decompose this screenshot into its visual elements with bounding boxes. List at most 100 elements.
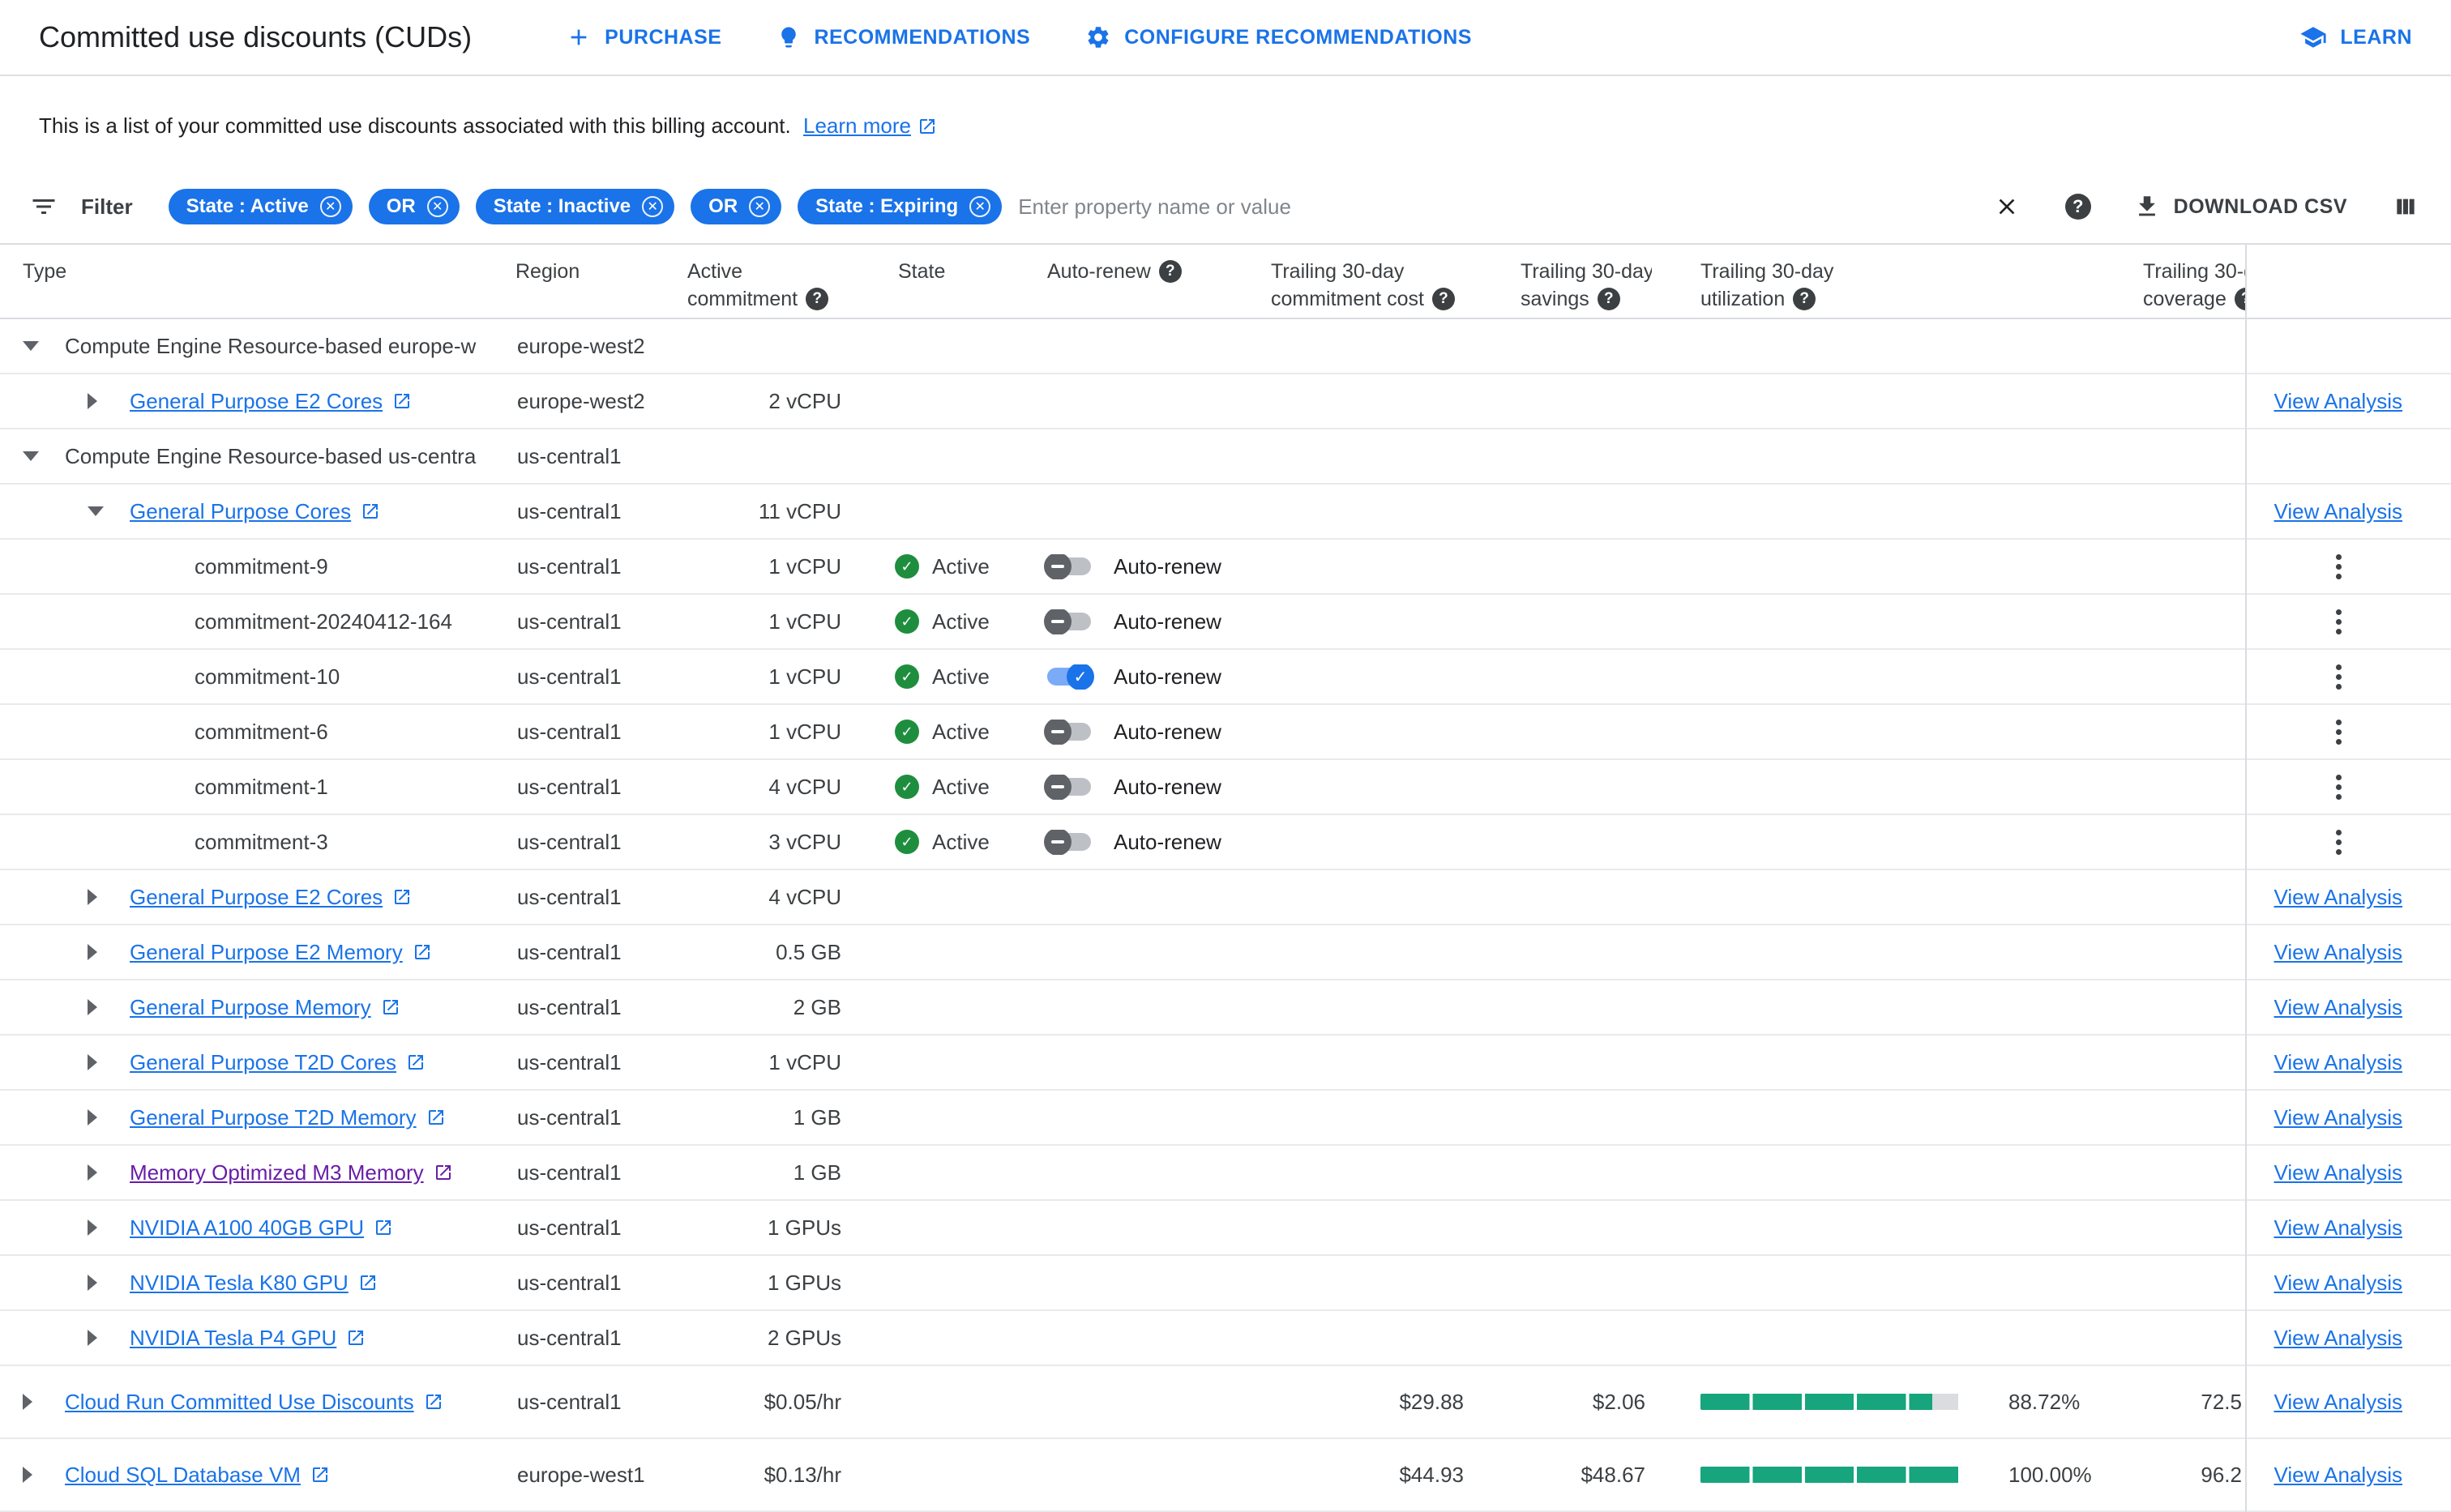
view-analysis-link[interactable]: View Analysis — [2274, 499, 2403, 524]
auto-renew-toggle[interactable] — [1044, 719, 1091, 745]
expand-arrow-icon[interactable] — [88, 889, 130, 905]
purchase-button[interactable]: PURCHASE — [566, 24, 721, 50]
expand-arrow-icon[interactable] — [88, 1275, 130, 1291]
chip-close-icon[interactable] — [426, 196, 448, 217]
help-icon[interactable] — [1431, 288, 1455, 310]
filter-input[interactable] — [1018, 194, 1961, 220]
view-analysis-link[interactable]: View Analysis — [2274, 1105, 2403, 1130]
help-icon[interactable] — [1597, 288, 1620, 310]
chip-close-icon[interactable] — [319, 196, 341, 217]
filter-chip[interactable]: OR — [368, 189, 460, 224]
recommendations-button[interactable]: RECOMMENDATIONS — [776, 25, 1030, 49]
auto-renew-toggle[interactable] — [1044, 829, 1091, 855]
type-link[interactable]: General Purpose Memory — [130, 995, 400, 1020]
expand-arrow-icon[interactable] — [88, 944, 130, 960]
learn-button[interactable]: LEARN — [2299, 23, 2412, 51]
expand-arrow-icon[interactable] — [23, 1467, 65, 1483]
help-icon[interactable] — [1158, 260, 1182, 283]
view-analysis-link[interactable]: View Analysis — [2274, 1215, 2403, 1241]
action-cell: View Analysis — [2245, 870, 2451, 924]
utilization-cell: 100.00% — [1652, 1463, 2143, 1488]
type-link[interactable]: General Purpose T2D Memory — [130, 1105, 446, 1130]
type-link[interactable]: Cloud SQL Database VM — [65, 1463, 330, 1488]
savings-cell: $48.67 — [1581, 1462, 1645, 1487]
type-link[interactable]: NVIDIA Tesla K80 GPU — [130, 1271, 378, 1296]
row-menu-button[interactable] — [2328, 656, 2350, 698]
savings-cell: $2.06 — [1592, 1389, 1645, 1414]
type-link[interactable]: Memory Optimized M3 Memory — [130, 1160, 453, 1185]
region-cell: us-central1 — [517, 664, 622, 689]
type-link[interactable]: General Purpose E2 Cores — [130, 389, 412, 414]
help-icon[interactable] — [806, 288, 829, 310]
view-analysis-link[interactable]: View Analysis — [2274, 1050, 2403, 1075]
expand-arrow-icon[interactable] — [23, 1394, 65, 1410]
view-analysis-link[interactable]: View Analysis — [2274, 940, 2403, 965]
configure-recommendations-button[interactable]: CONFIGURE RECOMMENDATIONS — [1085, 24, 1472, 50]
row-menu-button[interactable] — [2328, 711, 2350, 753]
auto-renew-toggle[interactable] — [1044, 609, 1091, 634]
utilization-value: 88.72% — [2008, 1389, 2081, 1414]
view-analysis-link[interactable]: View Analysis — [2274, 389, 2403, 414]
table-row: Cloud SQL Database VM europe-west1 $0.13… — [0, 1439, 2451, 1512]
pinned-column-divider — [2245, 245, 2247, 1512]
learn-more-link[interactable]: Learn more — [803, 113, 937, 139]
expand-arrow-icon[interactable] — [88, 1054, 130, 1070]
view-analysis-link[interactable]: View Analysis — [2274, 1390, 2403, 1415]
type-link[interactable]: NVIDIA A100 40GB GPU — [130, 1215, 393, 1241]
action-cell: View Analysis — [2245, 1091, 2451, 1144]
type-link[interactable]: General Purpose T2D Cores — [130, 1050, 426, 1075]
chip-close-icon[interactable] — [642, 196, 664, 217]
help-icon[interactable] — [2234, 288, 2245, 310]
view-analysis-link[interactable]: View Analysis — [2274, 995, 2403, 1020]
action-cell — [2245, 705, 2451, 758]
table-row: General Purpose T2D Cores us-central1 1 … — [0, 1036, 2451, 1091]
column-display-button[interactable] — [2389, 190, 2422, 223]
external-link-icon — [918, 117, 937, 136]
table-row: commitment-9 us-central1 1 vCPU Active A… — [0, 540, 2451, 595]
download-csv-button[interactable]: DOWNLOAD CSV — [2133, 193, 2347, 220]
type-cell: Cloud Run Committed Use Discounts — [0, 1390, 515, 1415]
chip-close-icon[interactable] — [969, 196, 991, 217]
type-link[interactable]: General Purpose E2 Memory — [130, 940, 432, 965]
row-menu-button[interactable] — [2328, 822, 2350, 863]
help-icon[interactable] — [1793, 288, 1816, 310]
type-link[interactable]: Cloud Run Committed Use Discounts — [65, 1390, 443, 1415]
view-analysis-link[interactable]: View Analysis — [2274, 1463, 2403, 1488]
expand-arrow-icon[interactable] — [88, 1109, 130, 1125]
auto-renew-toggle[interactable] — [1047, 664, 1094, 690]
expand-arrow-icon[interactable] — [88, 1219, 130, 1236]
view-analysis-link[interactable]: View Analysis — [2274, 1271, 2403, 1296]
filter-chip[interactable]: State : Expiring — [798, 189, 1003, 224]
filter-chip[interactable]: State : Inactive — [475, 189, 675, 224]
row-menu-button[interactable] — [2328, 767, 2350, 808]
expand-arrow-icon[interactable] — [88, 999, 130, 1015]
view-analysis-link[interactable]: View Analysis — [2274, 1326, 2403, 1351]
type-link[interactable]: NVIDIA Tesla P4 GPU — [130, 1326, 366, 1351]
row-menu-button[interactable] — [2328, 546, 2350, 587]
type-link[interactable]: General Purpose E2 Cores — [130, 885, 412, 910]
filter-help-icon[interactable] — [2064, 194, 2091, 220]
chip-close-icon[interactable] — [749, 196, 771, 217]
view-analysis-link[interactable]: View Analysis — [2274, 1160, 2403, 1185]
region-cell: us-central1 — [517, 939, 622, 964]
expand-arrow-icon[interactable] — [88, 1330, 130, 1346]
table-row: commitment-1 us-central1 4 vCPU Active A… — [0, 760, 2451, 815]
collapse-arrow-icon[interactable] — [23, 451, 65, 461]
collapse-arrow-icon[interactable] — [23, 341, 65, 351]
auto-renew-toggle[interactable] — [1044, 774, 1091, 800]
commitment-cell: 2 vCPU — [768, 388, 841, 413]
type-cell: Compute Engine Resource-based europe-w — [0, 334, 515, 359]
clear-filters-button[interactable] — [1991, 190, 2023, 223]
auto-renew-toggle[interactable] — [1044, 553, 1091, 579]
active-check-icon — [895, 775, 919, 799]
filter-chip[interactable]: State : Active — [168, 189, 353, 224]
expand-arrow-icon[interactable] — [88, 393, 130, 409]
collapse-arrow-icon[interactable] — [88, 506, 130, 516]
commitment-cell: 0.5 GB — [776, 939, 841, 964]
expand-arrow-icon[interactable] — [88, 1164, 130, 1181]
view-analysis-link[interactable]: View Analysis — [2274, 885, 2403, 910]
col-type: Type — [23, 260, 67, 283]
type-link[interactable]: General Purpose Cores — [130, 499, 380, 524]
row-menu-button[interactable] — [2328, 601, 2350, 643]
filter-chip[interactable]: OR — [691, 189, 782, 224]
